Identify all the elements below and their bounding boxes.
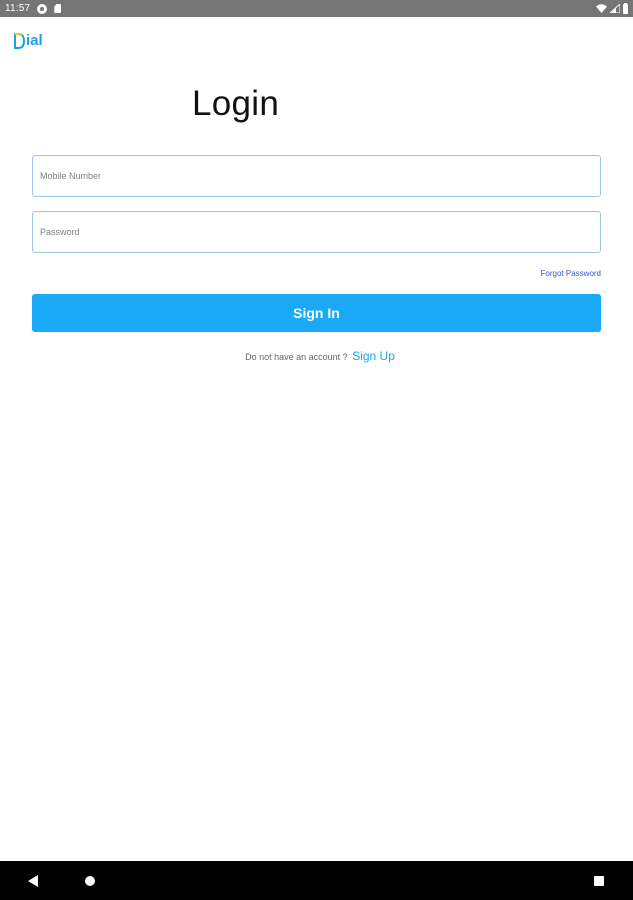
signup-row: Do not have an account ? Sign Up — [0, 349, 633, 363]
status-indicators — [596, 2, 628, 14]
signal-icon — [610, 4, 620, 13]
status-time: 11:57 — [5, 3, 31, 14]
sd-card-icon — [54, 4, 62, 13]
signup-prompt: Do not have an account ? — [245, 352, 348, 362]
password-field-container — [32, 211, 601, 253]
sign-in-button[interactable]: Sign In — [32, 294, 601, 332]
app-logo: ial — [14, 32, 43, 50]
page-title: Login — [192, 84, 280, 123]
password-input[interactable] — [33, 212, 600, 252]
home-icon[interactable] — [85, 876, 95, 886]
forgot-password-link[interactable]: Forgot Password — [541, 269, 601, 278]
sign-up-link[interactable]: Sign Up — [352, 349, 395, 363]
recents-icon[interactable] — [594, 876, 604, 886]
mobile-number-field-container — [32, 155, 601, 197]
navigation-bar — [0, 861, 633, 900]
battery-icon — [623, 2, 628, 14]
status-bar: 11:57 — [0, 0, 633, 17]
logo-text: ial — [26, 32, 43, 49]
mobile-number-input[interactable] — [33, 156, 600, 196]
notification-icon — [37, 3, 48, 14]
logo-mark-icon — [14, 33, 25, 49]
login-screen: 11:57 ial Login Forgot Password — [0, 0, 633, 900]
back-icon[interactable] — [28, 875, 38, 887]
wifi-icon — [596, 4, 607, 13]
